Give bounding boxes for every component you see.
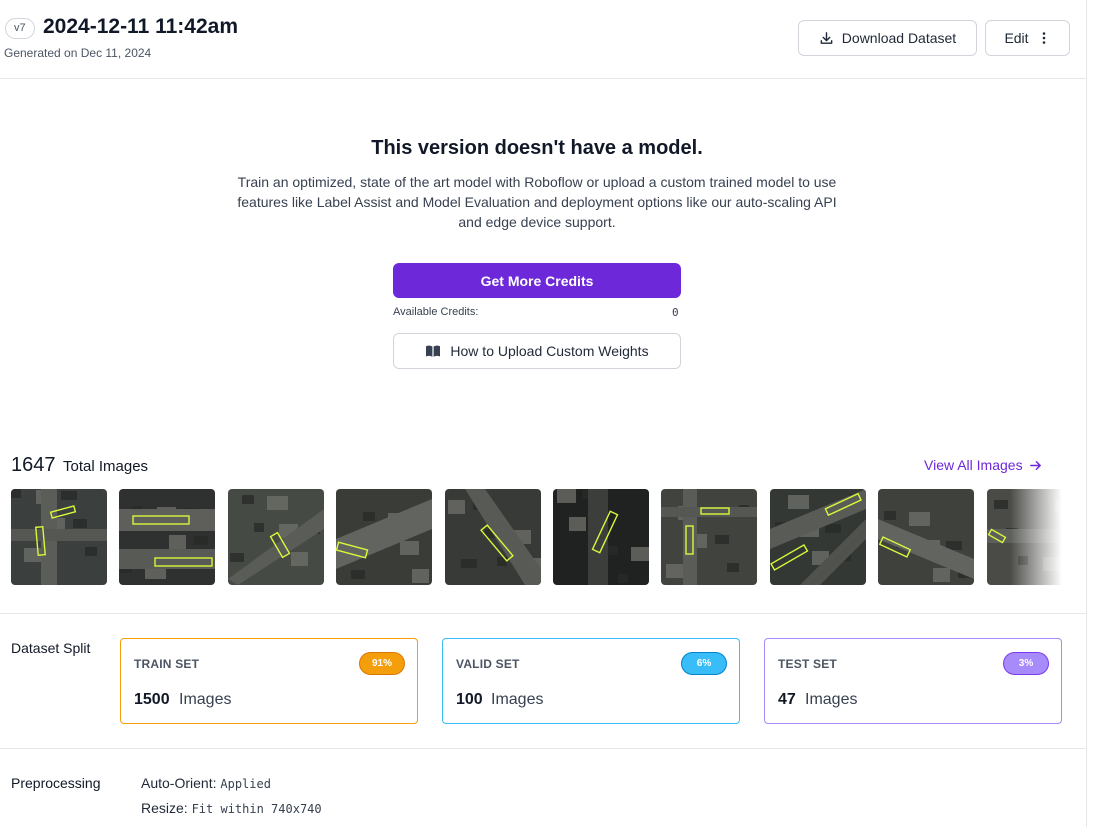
generated-date: Generated on Dec 11, 2024 xyxy=(4,46,152,60)
no-model-description: Train an optimized, state of the art mod… xyxy=(237,174,837,230)
split-unit: Images xyxy=(491,691,544,708)
upload-weights-button[interactable]: How to Upload Custom Weights xyxy=(393,333,681,369)
arrow-right-icon xyxy=(1029,459,1042,472)
image-thumbnail[interactable] xyxy=(227,489,324,585)
preprocessing-value: Applied xyxy=(220,777,271,791)
image-thumbnails xyxy=(11,489,1061,585)
no-model-title: This version doesn't have a model. xyxy=(371,137,703,159)
split-count: 1500 xyxy=(134,691,170,708)
available-credits-value: 0 xyxy=(672,306,679,319)
download-label: Download Dataset xyxy=(841,30,957,46)
download-dataset-button[interactable]: Download Dataset xyxy=(798,20,977,56)
preprocessing-value: Fit within 740x740 xyxy=(191,802,322,816)
split-percent-badge: 3% xyxy=(1003,652,1049,675)
version-header: v7 2024-12-11 11:42am Generated on Dec 1… xyxy=(0,0,1086,79)
image-thumbnail[interactable] xyxy=(661,489,758,585)
split-percent-badge: 6% xyxy=(681,652,727,675)
get-more-credits-button[interactable]: Get More Credits xyxy=(393,263,681,298)
edit-label: Edit xyxy=(1004,30,1029,46)
split-name: TEST SET xyxy=(778,657,837,671)
split-unit: Images xyxy=(805,691,858,708)
more-vertical-icon xyxy=(1037,31,1051,45)
preprocessing-item: Auto-Orient: Applied xyxy=(141,775,271,791)
divider xyxy=(0,748,1086,749)
download-icon xyxy=(819,31,834,46)
edit-button[interactable]: Edit xyxy=(985,20,1070,56)
version-badge: v7 xyxy=(5,18,35,39)
split-unit: Images xyxy=(179,691,232,708)
valid-set-card[interactable]: VALID SET 6% 100 Images xyxy=(442,638,740,724)
image-thumbnail[interactable] xyxy=(444,489,541,585)
image-thumbnail[interactable] xyxy=(11,489,107,585)
available-credits-label: Available Credits: xyxy=(393,306,479,318)
image-thumbnail[interactable] xyxy=(119,489,216,585)
page-title: 2024-12-11 11:42am xyxy=(43,15,238,38)
right-border xyxy=(1086,0,1087,827)
book-icon xyxy=(425,344,441,358)
image-thumbnail[interactable] xyxy=(769,489,866,585)
view-all-images-link[interactable]: View All Images xyxy=(924,457,1042,473)
split-percent-badge: 91% xyxy=(359,652,405,675)
preprocessing-key: Auto-Orient: xyxy=(141,775,217,791)
preprocessing-key: Resize: xyxy=(141,800,188,816)
preprocessing-item: Resize: Fit within 740x740 xyxy=(141,800,322,816)
dataset-split-label: Dataset Split xyxy=(11,640,91,656)
upload-weights-label: How to Upload Custom Weights xyxy=(450,343,649,359)
total-images-count: 1647 xyxy=(11,454,56,476)
split-count: 47 xyxy=(778,691,796,708)
split-name: VALID SET xyxy=(456,657,520,671)
train-set-card[interactable]: TRAIN SET 91% 1500 Images xyxy=(120,638,418,724)
image-thumbnail[interactable] xyxy=(336,489,433,585)
image-thumbnail[interactable] xyxy=(878,489,975,585)
test-set-card[interactable]: TEST SET 3% 47 Images xyxy=(764,638,1062,724)
image-thumbnail[interactable] xyxy=(553,489,649,585)
split-name: TRAIN SET xyxy=(134,657,200,671)
thumbnail-fade xyxy=(1010,489,1062,585)
divider xyxy=(0,613,1086,614)
view-all-label: View All Images xyxy=(924,457,1023,473)
split-count: 100 xyxy=(456,691,483,708)
total-images-label: Total Images xyxy=(63,458,149,475)
preprocessing-label: Preprocessing xyxy=(11,775,101,791)
